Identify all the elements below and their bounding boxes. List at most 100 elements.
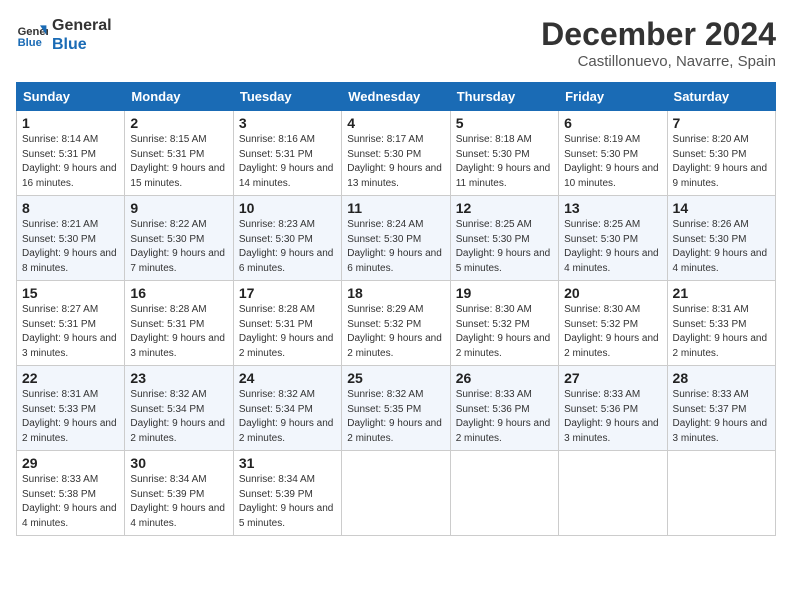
day-number: 31 xyxy=(239,455,336,471)
day-number: 22 xyxy=(22,370,119,386)
day-number: 30 xyxy=(130,455,227,471)
table-row: 2 Sunrise: 8:15 AM Sunset: 5:31 PM Dayli… xyxy=(125,111,233,196)
col-saturday: Saturday xyxy=(667,83,775,111)
table-row xyxy=(450,451,558,536)
day-info: Sunrise: 8:21 AM Sunset: 5:30 PM Dayligh… xyxy=(22,218,119,276)
day-info: Sunrise: 8:33 AM Sunset: 5:38 PM Dayligh… xyxy=(22,473,119,531)
day-number: 1 xyxy=(22,115,119,131)
table-row: 22 Sunrise: 8:31 AM Sunset: 5:33 PM Dayl… xyxy=(17,366,125,451)
day-number: 6 xyxy=(564,115,661,131)
table-row: 11 Sunrise: 8:24 AM Sunset: 5:30 PM Dayl… xyxy=(342,196,450,281)
table-row: 24 Sunrise: 8:32 AM Sunset: 5:34 PM Dayl… xyxy=(233,366,341,451)
table-row xyxy=(559,451,667,536)
day-info: Sunrise: 8:30 AM Sunset: 5:32 PM Dayligh… xyxy=(456,303,553,361)
location-title: Castillonuevo, Navarre, Spain xyxy=(541,53,776,70)
day-info: Sunrise: 8:27 AM Sunset: 5:31 PM Dayligh… xyxy=(22,303,119,361)
day-info: Sunrise: 8:32 AM Sunset: 5:34 PM Dayligh… xyxy=(239,388,336,446)
table-row: 29 Sunrise: 8:33 AM Sunset: 5:38 PM Dayl… xyxy=(17,451,125,536)
day-info: Sunrise: 8:26 AM Sunset: 5:30 PM Dayligh… xyxy=(673,218,770,276)
table-row: 30 Sunrise: 8:34 AM Sunset: 5:39 PM Dayl… xyxy=(125,451,233,536)
day-info: Sunrise: 8:32 AM Sunset: 5:35 PM Dayligh… xyxy=(347,388,444,446)
table-row: 18 Sunrise: 8:29 AM Sunset: 5:32 PM Dayl… xyxy=(342,281,450,366)
day-number: 19 xyxy=(456,285,553,301)
table-row: 4 Sunrise: 8:17 AM Sunset: 5:30 PM Dayli… xyxy=(342,111,450,196)
day-number: 25 xyxy=(347,370,444,386)
col-thursday: Thursday xyxy=(450,83,558,111)
calendar-week-row: 1 Sunrise: 8:14 AM Sunset: 5:31 PM Dayli… xyxy=(17,111,776,196)
day-number: 8 xyxy=(22,200,119,216)
month-title: December 2024 xyxy=(541,16,776,53)
svg-text:Blue: Blue xyxy=(18,37,42,49)
table-row: 15 Sunrise: 8:27 AM Sunset: 5:31 PM Dayl… xyxy=(17,281,125,366)
day-info: Sunrise: 8:22 AM Sunset: 5:30 PM Dayligh… xyxy=(130,218,227,276)
day-number: 23 xyxy=(130,370,227,386)
calendar-week-row: 29 Sunrise: 8:33 AM Sunset: 5:38 PM Dayl… xyxy=(17,451,776,536)
day-info: Sunrise: 8:30 AM Sunset: 5:32 PM Dayligh… xyxy=(564,303,661,361)
day-number: 4 xyxy=(347,115,444,131)
calendar-table: Sunday Monday Tuesday Wednesday Thursday… xyxy=(16,82,776,536)
table-row: 27 Sunrise: 8:33 AM Sunset: 5:36 PM Dayl… xyxy=(559,366,667,451)
day-info: Sunrise: 8:33 AM Sunset: 5:36 PM Dayligh… xyxy=(456,388,553,446)
day-number: 29 xyxy=(22,455,119,471)
day-number: 15 xyxy=(22,285,119,301)
day-number: 16 xyxy=(130,285,227,301)
day-number: 21 xyxy=(673,285,770,301)
day-number: 17 xyxy=(239,285,336,301)
day-number: 14 xyxy=(673,200,770,216)
col-monday: Monday xyxy=(125,83,233,111)
col-sunday: Sunday xyxy=(17,83,125,111)
table-row: 5 Sunrise: 8:18 AM Sunset: 5:30 PM Dayli… xyxy=(450,111,558,196)
day-info: Sunrise: 8:29 AM Sunset: 5:32 PM Dayligh… xyxy=(347,303,444,361)
day-number: 7 xyxy=(673,115,770,131)
table-row xyxy=(667,451,775,536)
day-info: Sunrise: 8:33 AM Sunset: 5:37 PM Dayligh… xyxy=(673,388,770,446)
day-info: Sunrise: 8:31 AM Sunset: 5:33 PM Dayligh… xyxy=(22,388,119,446)
table-row: 8 Sunrise: 8:21 AM Sunset: 5:30 PM Dayli… xyxy=(17,196,125,281)
col-friday: Friday xyxy=(559,83,667,111)
day-number: 24 xyxy=(239,370,336,386)
day-number: 3 xyxy=(239,115,336,131)
day-number: 5 xyxy=(456,115,553,131)
day-number: 20 xyxy=(564,285,661,301)
day-number: 27 xyxy=(564,370,661,386)
table-row: 14 Sunrise: 8:26 AM Sunset: 5:30 PM Dayl… xyxy=(667,196,775,281)
logo: General Blue General Blue xyxy=(16,16,112,54)
calendar-week-row: 8 Sunrise: 8:21 AM Sunset: 5:30 PM Dayli… xyxy=(17,196,776,281)
page-header: General Blue General Blue December 2024 … xyxy=(16,16,776,70)
table-row: 28 Sunrise: 8:33 AM Sunset: 5:37 PM Dayl… xyxy=(667,366,775,451)
day-info: Sunrise: 8:24 AM Sunset: 5:30 PM Dayligh… xyxy=(347,218,444,276)
calendar-week-row: 22 Sunrise: 8:31 AM Sunset: 5:33 PM Dayl… xyxy=(17,366,776,451)
table-row: 10 Sunrise: 8:23 AM Sunset: 5:30 PM Dayl… xyxy=(233,196,341,281)
day-number: 12 xyxy=(456,200,553,216)
day-info: Sunrise: 8:19 AM Sunset: 5:30 PM Dayligh… xyxy=(564,133,661,191)
day-number: 2 xyxy=(130,115,227,131)
table-row: 16 Sunrise: 8:28 AM Sunset: 5:31 PM Dayl… xyxy=(125,281,233,366)
header-row: Sunday Monday Tuesday Wednesday Thursday… xyxy=(17,83,776,111)
day-info: Sunrise: 8:14 AM Sunset: 5:31 PM Dayligh… xyxy=(22,133,119,191)
day-info: Sunrise: 8:33 AM Sunset: 5:36 PM Dayligh… xyxy=(564,388,661,446)
title-section: December 2024 Castillonuevo, Navarre, Sp… xyxy=(541,16,776,70)
table-row: 31 Sunrise: 8:34 AM Sunset: 5:39 PM Dayl… xyxy=(233,451,341,536)
table-row: 19 Sunrise: 8:30 AM Sunset: 5:32 PM Dayl… xyxy=(450,281,558,366)
day-info: Sunrise: 8:31 AM Sunset: 5:33 PM Dayligh… xyxy=(673,303,770,361)
day-info: Sunrise: 8:17 AM Sunset: 5:30 PM Dayligh… xyxy=(347,133,444,191)
day-info: Sunrise: 8:16 AM Sunset: 5:31 PM Dayligh… xyxy=(239,133,336,191)
day-info: Sunrise: 8:34 AM Sunset: 5:39 PM Dayligh… xyxy=(239,473,336,531)
day-info: Sunrise: 8:20 AM Sunset: 5:30 PM Dayligh… xyxy=(673,133,770,191)
day-number: 13 xyxy=(564,200,661,216)
col-wednesday: Wednesday xyxy=(342,83,450,111)
day-info: Sunrise: 8:32 AM Sunset: 5:34 PM Dayligh… xyxy=(130,388,227,446)
day-number: 26 xyxy=(456,370,553,386)
day-number: 11 xyxy=(347,200,444,216)
table-row: 3 Sunrise: 8:16 AM Sunset: 5:31 PM Dayli… xyxy=(233,111,341,196)
table-row: 23 Sunrise: 8:32 AM Sunset: 5:34 PM Dayl… xyxy=(125,366,233,451)
table-row: 6 Sunrise: 8:19 AM Sunset: 5:30 PM Dayli… xyxy=(559,111,667,196)
calendar-week-row: 15 Sunrise: 8:27 AM Sunset: 5:31 PM Dayl… xyxy=(17,281,776,366)
table-row: 7 Sunrise: 8:20 AM Sunset: 5:30 PM Dayli… xyxy=(667,111,775,196)
logo-text-blue: Blue xyxy=(52,35,112,54)
col-tuesday: Tuesday xyxy=(233,83,341,111)
table-row: 26 Sunrise: 8:33 AM Sunset: 5:36 PM Dayl… xyxy=(450,366,558,451)
logo-text-general: General xyxy=(52,16,112,35)
day-info: Sunrise: 8:34 AM Sunset: 5:39 PM Dayligh… xyxy=(130,473,227,531)
table-row: 25 Sunrise: 8:32 AM Sunset: 5:35 PM Dayl… xyxy=(342,366,450,451)
